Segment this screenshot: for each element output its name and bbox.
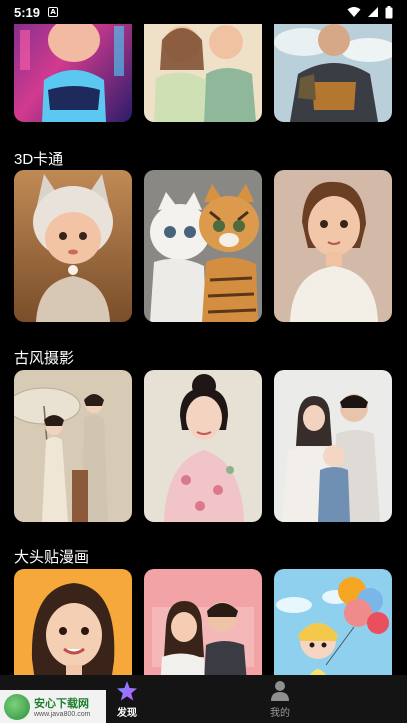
nav-label-discover: 发现 [117,707,137,719]
section-row-0 [14,24,392,122]
template-card[interactable] [14,24,132,122]
status-icons [347,5,393,19]
section-row-3 [14,569,392,675]
samurai-warrior-thumbnail [274,24,392,122]
section-row-1 [14,170,392,322]
watermark-url: www.java800.com [34,711,91,718]
status-bar: 5:19 A [0,0,407,24]
pink-qipao-portrait-thumbnail [144,370,262,522]
3d-cat-hat-girl-thumbnail [14,170,132,322]
anime-girl-neon-thumbnail [14,24,132,122]
section-title: 大头贴漫画 [14,549,90,566]
template-card[interactable] [144,370,262,522]
qipao-umbrella-photo-thumbnail [14,370,132,522]
template-card[interactable] [14,170,132,322]
section-title: 古风摄影 [14,350,75,367]
balloon-girl-cartoon-thumbnail [274,569,392,675]
notification-app-icon: A [48,7,59,17]
section-title: 3D卡通 [14,151,64,168]
site-watermark: 安心下载网 www.java800.com [0,690,106,723]
watermark-logo [4,693,30,720]
template-card[interactable] [274,170,392,322]
3d-woman-portrait-thumbnail [274,170,392,322]
template-card[interactable] [274,569,392,675]
sparkle-star-icon [117,680,137,700]
couple-bouquet-cartoon-thumbnail [144,569,262,675]
discover-feed[interactable]: 3D卡通 古风摄影 大头贴漫画 [0,24,407,675]
template-card[interactable] [274,24,392,122]
wifi-icon [347,7,361,17]
family-portrait-thumbnail [274,370,392,522]
signal-icon [368,7,378,17]
big-head-girl-cartoon-thumbnail [14,569,132,675]
battery-icon [385,5,393,18]
template-card[interactable] [14,569,132,675]
template-card[interactable] [144,569,262,675]
template-card[interactable] [144,24,262,122]
illustrated-couple-thumbnail [144,24,262,122]
nav-tab-mine[interactable]: 我的 [240,675,320,723]
section-row-2 [14,370,392,522]
template-card[interactable] [274,370,392,522]
status-time: 5:19 [14,4,41,20]
3d-kittens-thumbnail [144,170,262,322]
nav-label-mine: 我的 [270,707,290,719]
watermark-title: 安心下载网 [34,697,89,710]
template-card[interactable] [14,370,132,522]
person-icon [271,680,289,701]
template-card[interactable] [144,170,262,322]
